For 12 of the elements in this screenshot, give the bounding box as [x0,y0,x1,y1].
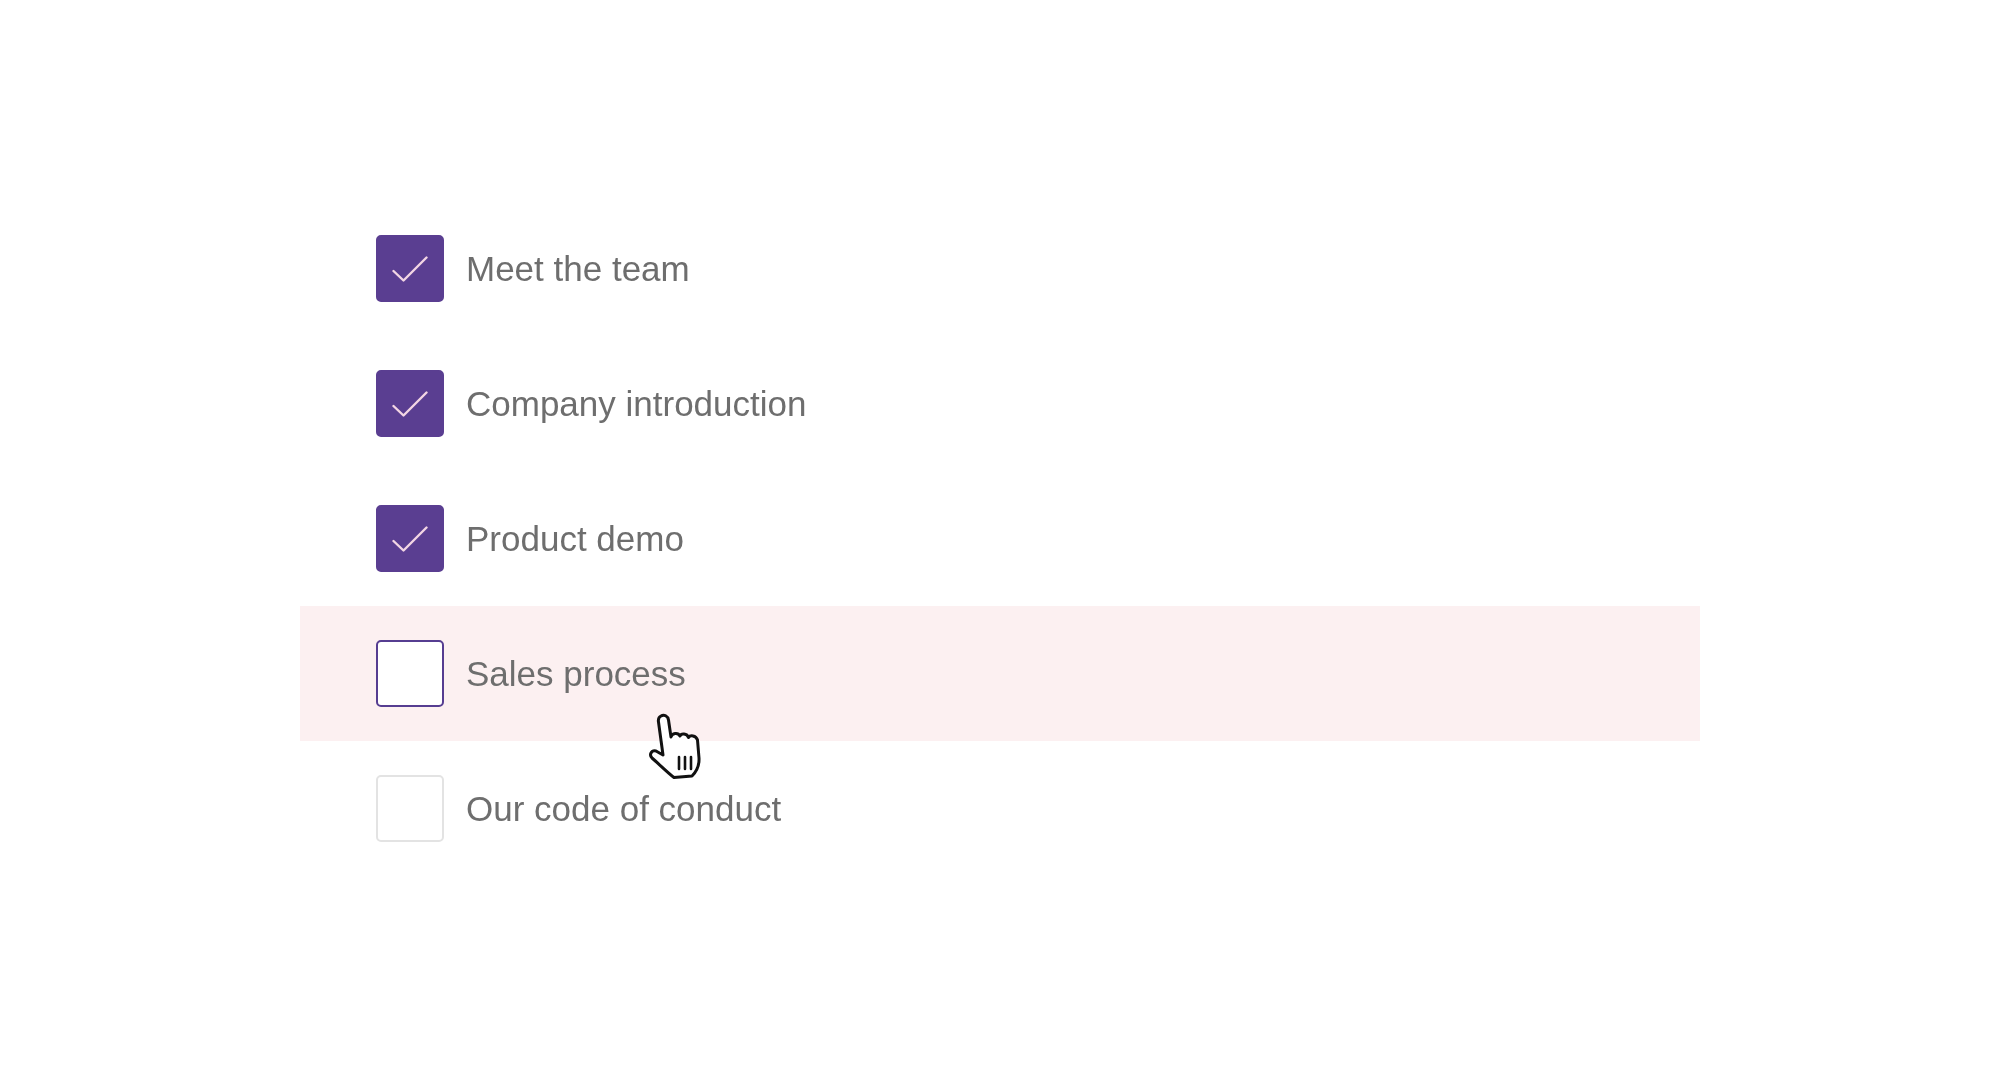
checkbox-label: Meet the team [466,251,690,286]
check-icon [392,390,428,417]
checkbox-label: Our code of conduct [466,791,782,826]
checkbox-label: Company introduction [466,386,807,421]
checkbox[interactable] [376,505,444,572]
check-icon [392,525,428,552]
check-icon [392,255,428,282]
checkbox-label: Sales process [466,656,686,691]
checkbox[interactable] [376,370,444,437]
checkbox[interactable] [376,235,444,302]
checkbox[interactable] [376,640,444,707]
checkbox-label: Product demo [466,521,684,556]
